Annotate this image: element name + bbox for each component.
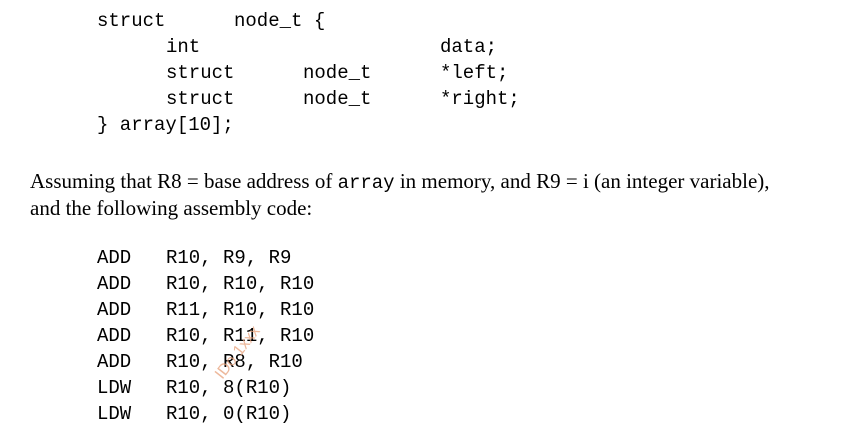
- asm-opcode: ADD: [97, 247, 132, 269]
- field-subtype: node_t: [303, 62, 372, 84]
- asm-operands: R11, R10, R10: [166, 299, 315, 321]
- asm-opcode: LDW: [97, 403, 132, 425]
- asm-opcode: ADD: [97, 351, 132, 373]
- inline-code: array: [337, 172, 395, 194]
- field-type: struct: [166, 62, 235, 84]
- paragraph-line-1: Assuming that R8 = base address of array…: [30, 168, 770, 196]
- struct-keyword: struct: [97, 10, 166, 32]
- asm-operands: R10, 8(R10): [166, 377, 292, 399]
- field-subtype: node_t: [303, 88, 372, 110]
- field-type: struct: [166, 88, 235, 110]
- asm-operands: R10, 0(R10): [166, 403, 292, 425]
- paragraph-line-2: and the following assembly code:: [30, 196, 313, 220]
- paragraph-text: in memory, and R9 = i (an integer variab…: [394, 169, 770, 193]
- struct-footer: } array[10];: [97, 114, 234, 136]
- asm-opcode: ADD: [97, 299, 132, 321]
- asm-opcode: ADD: [97, 273, 132, 295]
- field-name: data;: [440, 36, 498, 58]
- asm-operands: R10, R9, R9: [166, 247, 292, 269]
- asm-operands: R10, R11, R10: [166, 325, 315, 347]
- field-type: int: [166, 36, 201, 58]
- asm-opcode: ADD: [97, 325, 132, 347]
- asm-operands: R10, R10, R10: [166, 273, 315, 295]
- asm-opcode: LDW: [97, 377, 132, 399]
- field-name: *right;: [440, 88, 520, 110]
- asm-operands: R10, R8, R10: [166, 351, 303, 373]
- field-name: *left;: [440, 62, 509, 84]
- document-page: struct node_t { int data; struct node_t …: [0, 0, 849, 439]
- struct-name: node_t {: [234, 10, 326, 32]
- paragraph-text: Assuming that R8 = base address of: [30, 169, 338, 193]
